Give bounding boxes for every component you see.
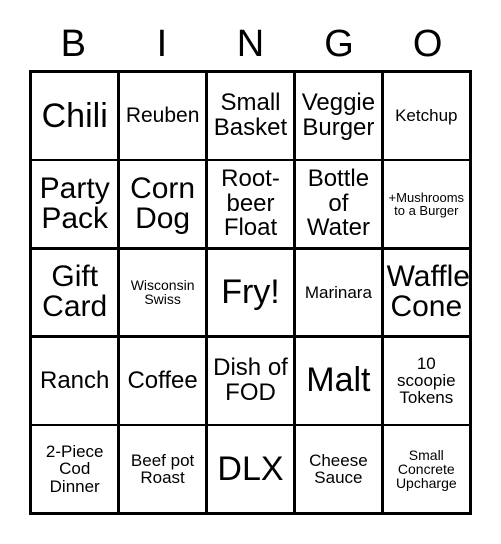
header-letter-b: B — [60, 23, 86, 65]
bingo-cell-i3[interactable]: Wisconsin Swiss — [119, 249, 206, 336]
bingo-grid: Chili Reuben Small Basket Veggie Burger … — [29, 70, 472, 515]
bingo-cell-label: 10 scoopie Tokens — [396, 353, 456, 408]
bingo-cell-label: Marinara — [304, 282, 372, 302]
header-letter-n: N — [236, 23, 265, 65]
bingo-cell-o4[interactable]: 10 scoopie Tokens — [383, 337, 469, 424]
bingo-cell-g5[interactable]: Cheese Sauce — [295, 426, 382, 512]
bingo-cell-label: DLX — [217, 449, 284, 488]
bingo-cell-label: Cheese Sauce — [309, 450, 368, 488]
bingo-cell-n5[interactable]: DLX — [207, 426, 294, 512]
bingo-cell-g2[interactable]: Bottle of Water — [295, 161, 382, 248]
bingo-cell-b3[interactable]: Gift Card — [32, 249, 118, 336]
bingo-cell-n4[interactable]: Dish of FOD — [207, 337, 294, 424]
bingo-cell-label: Small Basket — [213, 89, 288, 141]
bingo-cell-label: Gift Card — [42, 259, 108, 324]
bingo-cell-o2[interactable]: +Mushrooms to a Burger — [383, 161, 469, 248]
bingo-cell-label: Reuben — [125, 104, 200, 128]
bingo-cell-i5[interactable]: Beef pot Roast — [119, 426, 206, 512]
bingo-cell-label: Malt — [306, 361, 371, 400]
header-letter-g: G — [324, 23, 354, 65]
bingo-cell-g1[interactable]: Veggie Burger — [295, 73, 382, 159]
bingo-cell-o1[interactable]: Ketchup — [383, 73, 469, 159]
bingo-cell-label: Veggie Burger — [301, 89, 376, 141]
bingo-cell-b5[interactable]: 2-Piece Cod Dinner — [32, 426, 118, 512]
bingo-cell-n2[interactable]: Root-beer Float — [207, 161, 294, 248]
bingo-cell-b4[interactable]: Ranch — [32, 337, 118, 424]
header-letter-o: O — [412, 23, 443, 65]
bingo-cell-label: 2-Piece Cod Dinner — [45, 442, 104, 496]
bingo-card: B I N G O Chili Reuben Small Basket Vegg… — [0, 0, 501, 544]
bingo-cell-o5[interactable]: Small Concrete Upcharge — [383, 426, 469, 512]
header-letter-i: I — [156, 23, 168, 65]
bingo-cell-label: Chili — [41, 96, 108, 135]
bingo-cell-label: Beef pot Roast — [130, 450, 195, 488]
bingo-cell-label: Ketchup — [395, 106, 458, 126]
bingo-cell-label: Bottle of Water — [306, 165, 370, 242]
bingo-header-row: B I N G O — [29, 18, 472, 70]
bingo-cell-label: Party Pack — [39, 171, 110, 236]
bingo-cell-label: Corn Dog — [130, 171, 196, 236]
bingo-cell-label: Coffee — [127, 366, 198, 394]
bingo-cell-b1[interactable]: Chili — [32, 73, 118, 159]
bingo-cell-n1[interactable]: Small Basket — [207, 73, 294, 159]
bingo-cell-label: Root-beer Float — [221, 165, 280, 242]
bingo-cell-label: Fry! — [221, 273, 280, 312]
bingo-cell-label: Waffle Cone — [386, 259, 469, 324]
bingo-cell-i4[interactable]: Coffee — [119, 337, 206, 424]
bingo-cell-label: Small Concrete Upcharge — [395, 446, 457, 492]
bingo-cell-label: +Mushrooms to a Burger — [388, 189, 465, 219]
bingo-cell-b2[interactable]: Party Pack — [32, 161, 118, 248]
bingo-cell-g3[interactable]: Marinara — [295, 249, 382, 336]
bingo-cell-i2[interactable]: Corn Dog — [119, 161, 206, 248]
bingo-cell-n3[interactable]: Fry! — [207, 249, 294, 336]
bingo-cell-i1[interactable]: Reuben — [119, 73, 206, 159]
bingo-cell-label: Dish of FOD — [213, 354, 288, 406]
bingo-cell-label: Ranch — [40, 366, 110, 394]
bingo-cell-g4[interactable]: Malt — [295, 337, 382, 424]
bingo-cell-label: Wisconsin Swiss — [130, 277, 195, 308]
bingo-cell-o3[interactable]: Waffle Cone — [383, 249, 469, 336]
